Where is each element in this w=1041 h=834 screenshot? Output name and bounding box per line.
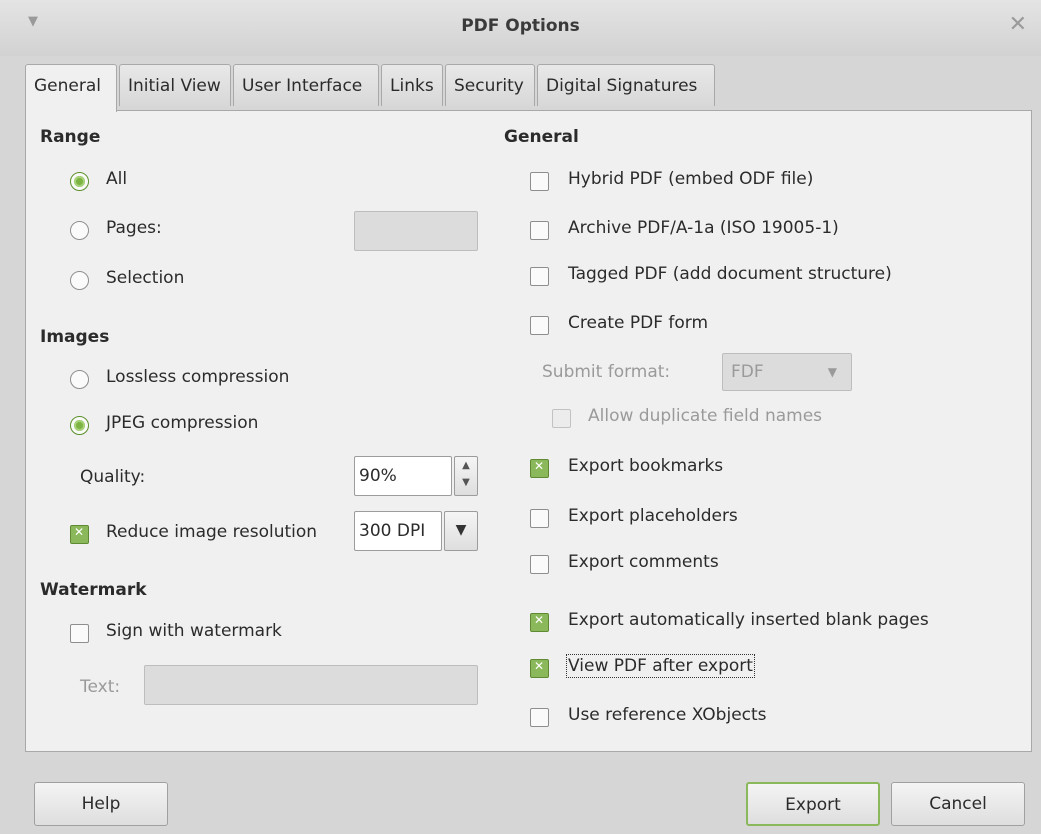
general-tab-panel: Range All Pages: Selection Images Lossle… <box>25 110 1032 752</box>
use-reference-xobjects-checkbox[interactable] <box>530 708 549 727</box>
reduce-image-resolution-label: Reduce image resolution <box>106 522 318 542</box>
sign-with-watermark-checkbox[interactable] <box>70 624 89 643</box>
tab-initial-view[interactable]: Initial View <box>119 64 231 106</box>
export-blank-pages-label: Export automatically inserted blank page… <box>568 610 929 630</box>
export-button[interactable]: Export <box>746 782 880 826</box>
stepper-down-icon[interactable]: ▼ <box>455 477 477 488</box>
jpeg-compression-radio[interactable] <box>70 416 89 435</box>
submit-format-select[interactable]: FDF ▼ <box>722 353 852 391</box>
stepper-up-icon[interactable]: ▲ <box>455 460 477 471</box>
hybrid-pdf-checkbox[interactable] <box>530 172 549 191</box>
archive-pdfa-checkbox[interactable] <box>530 221 549 240</box>
export-placeholders-label: Export placeholders <box>568 506 738 526</box>
submit-format-label: Submit format: <box>542 362 671 382</box>
lossless-compression-label: Lossless compression <box>106 367 290 387</box>
range-all-radio[interactable] <box>70 172 89 191</box>
export-placeholders-checkbox[interactable] <box>530 509 549 528</box>
images-heading: Images <box>40 327 110 347</box>
tab-digital-signatures[interactable]: Digital Signatures <box>537 64 715 106</box>
title-bar: ▼ PDF Options ✕ <box>0 0 1041 56</box>
range-all-label: All <box>106 169 128 189</box>
reduce-image-resolution-checkbox[interactable] <box>70 525 89 544</box>
watermark-text-input[interactable] <box>144 665 478 705</box>
quality-input[interactable]: 90% <box>354 456 452 496</box>
export-bookmarks-label: Export bookmarks <box>568 456 724 476</box>
range-pages-radio[interactable] <box>70 221 89 240</box>
quality-label: Quality: <box>80 467 146 487</box>
window-title: PDF Options <box>461 16 580 36</box>
create-pdf-form-checkbox[interactable] <box>530 316 549 335</box>
tagged-pdf-checkbox[interactable] <box>530 267 549 286</box>
resolution-dropdown-button[interactable]: ▼ <box>444 511 478 551</box>
allow-duplicate-field-names-checkbox[interactable] <box>552 409 571 428</box>
export-comments-label: Export comments <box>568 552 719 572</box>
resolution-select[interactable]: 300 DPI <box>354 511 442 551</box>
close-icon[interactable]: ✕ <box>1009 12 1027 37</box>
allow-duplicate-field-names-label: Allow duplicate field names <box>588 406 823 426</box>
sign-with-watermark-label: Sign with watermark <box>106 621 282 641</box>
chevron-down-icon: ▼ <box>455 522 467 538</box>
submit-format-value: FDF <box>731 362 764 382</box>
hybrid-pdf-label: Hybrid PDF (embed ODF file) <box>568 169 814 189</box>
range-selection-label: Selection <box>106 268 185 288</box>
view-pdf-after-export-label: View PDF after export <box>566 654 755 678</box>
tab-links[interactable]: Links <box>381 64 443 106</box>
cancel-button[interactable]: Cancel <box>891 782 1025 826</box>
watermark-text-label: Text: <box>80 677 121 697</box>
export-bookmarks-checkbox[interactable] <box>530 459 549 478</box>
range-pages-label: Pages: <box>106 218 162 238</box>
chevron-down-icon: ▼ <box>827 365 837 379</box>
view-pdf-after-export-checkbox[interactable] <box>530 659 549 678</box>
pages-input[interactable] <box>354 211 478 251</box>
help-button[interactable]: Help <box>34 782 168 826</box>
range-selection-radio[interactable] <box>70 271 89 290</box>
create-pdf-form-label: Create PDF form <box>568 313 709 333</box>
tab-general[interactable]: General <box>25 64 117 112</box>
quality-stepper[interactable]: ▲ ▼ <box>454 456 478 496</box>
export-blank-pages-checkbox[interactable] <box>530 613 549 632</box>
watermark-heading: Watermark <box>40 580 147 600</box>
tab-security[interactable]: Security <box>445 64 535 106</box>
lossless-compression-radio[interactable] <box>70 370 89 389</box>
tab-user-interface[interactable]: User Interface <box>233 64 379 106</box>
tagged-pdf-label: Tagged PDF (add document structure) <box>568 264 892 284</box>
use-reference-xobjects-label: Use reference XObjects <box>568 705 767 725</box>
export-comments-checkbox[interactable] <box>530 555 549 574</box>
archive-pdfa-label: Archive PDF/A-1a (ISO 19005-1) <box>568 218 839 238</box>
general-heading: General <box>504 127 579 147</box>
jpeg-compression-label: JPEG compression <box>106 413 259 433</box>
range-heading: Range <box>40 127 101 147</box>
